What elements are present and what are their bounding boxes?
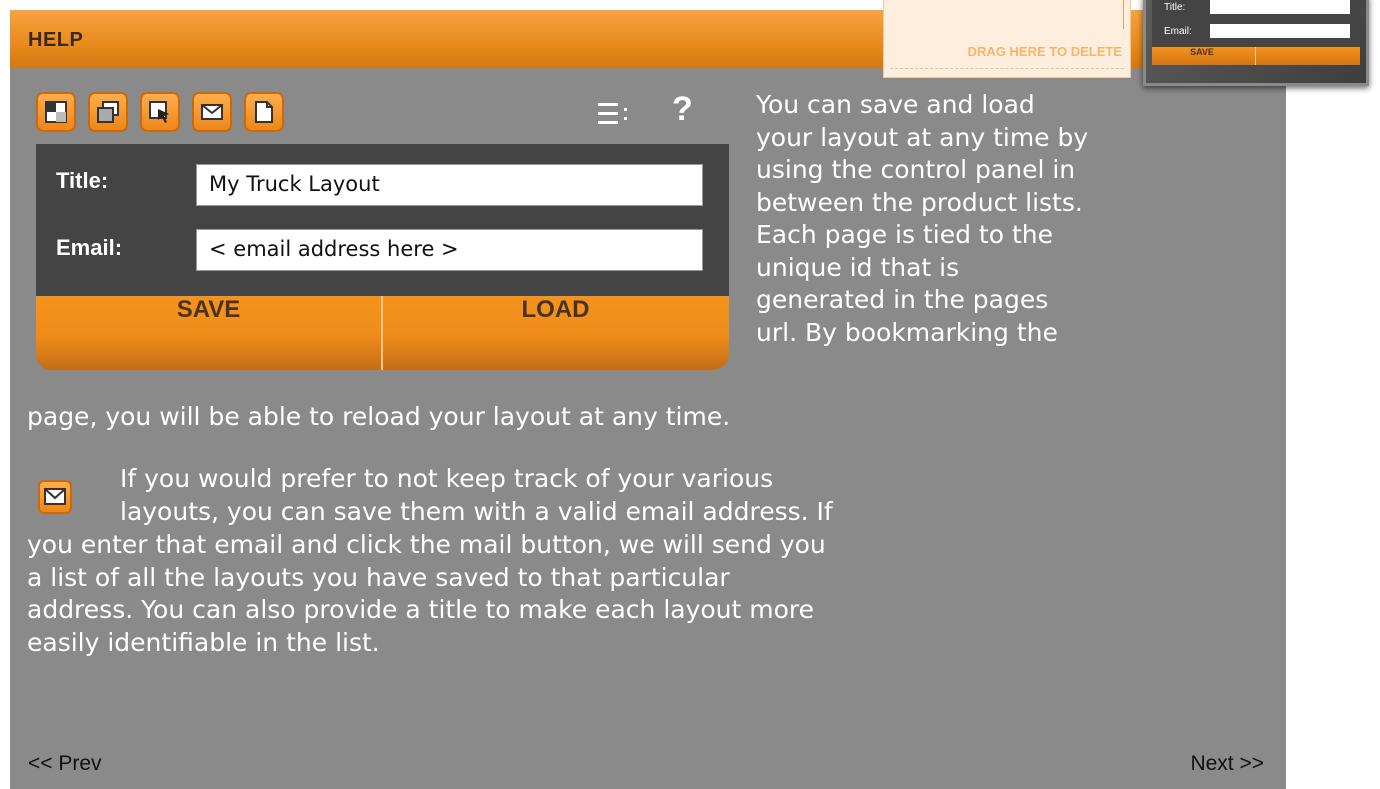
text-line: using the control panel in: [756, 155, 1076, 184]
text-line: your layout at any time by: [756, 122, 1089, 152]
title-label: Title:: [56, 168, 109, 193]
text-line: a list of all the layouts you have saved…: [27, 562, 730, 592]
new-page-icon: [255, 101, 273, 123]
text-line: unique id that is: [756, 252, 960, 282]
load-button[interactable]: LOAD: [383, 296, 728, 354]
text-line: address. You can also provide a title to…: [27, 595, 815, 624]
mini-email-input[interactable]: [1210, 24, 1350, 38]
text-line: page, you will be able to reload your la…: [27, 402, 731, 431]
text-line: If you would prefer to not keep track of…: [120, 464, 774, 493]
help-paragraph-1: You can save and load your layout at any…: [756, 89, 1088, 349]
new-page-tool-button[interactable]: [244, 92, 284, 132]
dialog-title: HELP: [28, 29, 84, 51]
divider: [1123, 0, 1124, 29]
list-menu-icon[interactable]: [598, 100, 630, 128]
help-paragraph-2: you enter that email and click the mail …: [27, 529, 826, 659]
text-line: easily identifiable in the list.: [27, 627, 380, 657]
mini-save-button[interactable]: SAVE: [1152, 47, 1252, 57]
prev-link[interactable]: << Prev: [28, 752, 102, 776]
email-label: Email:: [56, 235, 123, 260]
text-line: you enter that email and click the mail …: [27, 530, 826, 559]
text-line: generated in the pages: [756, 285, 1049, 314]
next-link[interactable]: Next >>: [1190, 752, 1264, 776]
email-input[interactable]: < email address here >: [196, 229, 703, 271]
save-button[interactable]: SAVE: [36, 296, 381, 354]
title-input[interactable]: My Truck Layout: [196, 164, 703, 206]
select-icon: [149, 101, 169, 123]
help-dialog: HELP ? Title: My Truck Layout Email: < e…: [10, 10, 1286, 789]
button-row: SAVE LOAD: [36, 296, 729, 370]
mail-icon: [44, 488, 66, 505]
text-line: url. By bookmarking the: [756, 317, 1058, 347]
save-form: Title: My Truck Layout Email: < email ad…: [36, 144, 729, 296]
drop-zone-label: DRAG HERE TO DELETE: [967, 44, 1122, 59]
delete-drop-zone[interactable]: DRAG HERE TO DELETE: [883, 0, 1131, 78]
layout-tool-button[interactable]: [36, 92, 76, 132]
mail-button-inline: [38, 480, 72, 514]
mini-title-label: Title:: [1164, 2, 1186, 13]
mini-title-input[interactable]: [1210, 0, 1350, 14]
layout-icon: [45, 101, 67, 123]
copy-icon: [97, 101, 119, 123]
select-tool-button[interactable]: [140, 92, 180, 132]
mini-button-row: SAVE: [1152, 47, 1360, 65]
copy-tool-button[interactable]: [88, 92, 128, 132]
divider: [890, 68, 1124, 69]
divider: [1255, 47, 1256, 65]
help-icon[interactable]: ?: [672, 90, 693, 129]
mini-control-panel: Title: Email: SAVE: [1143, 0, 1369, 86]
mini-email-label: Email:: [1164, 26, 1192, 37]
control-panel-demo: ? Title: My Truck Layout Email: < email …: [36, 90, 729, 377]
mail-icon: [201, 104, 223, 120]
mail-tool-button[interactable]: [192, 92, 232, 132]
text-line: layouts, you can save them with a valid …: [120, 497, 833, 526]
text-line: between the product lists.: [756, 187, 1083, 217]
text-line: Each page is tied to the: [756, 220, 1053, 249]
text-line: You can save and load: [756, 90, 1035, 119]
